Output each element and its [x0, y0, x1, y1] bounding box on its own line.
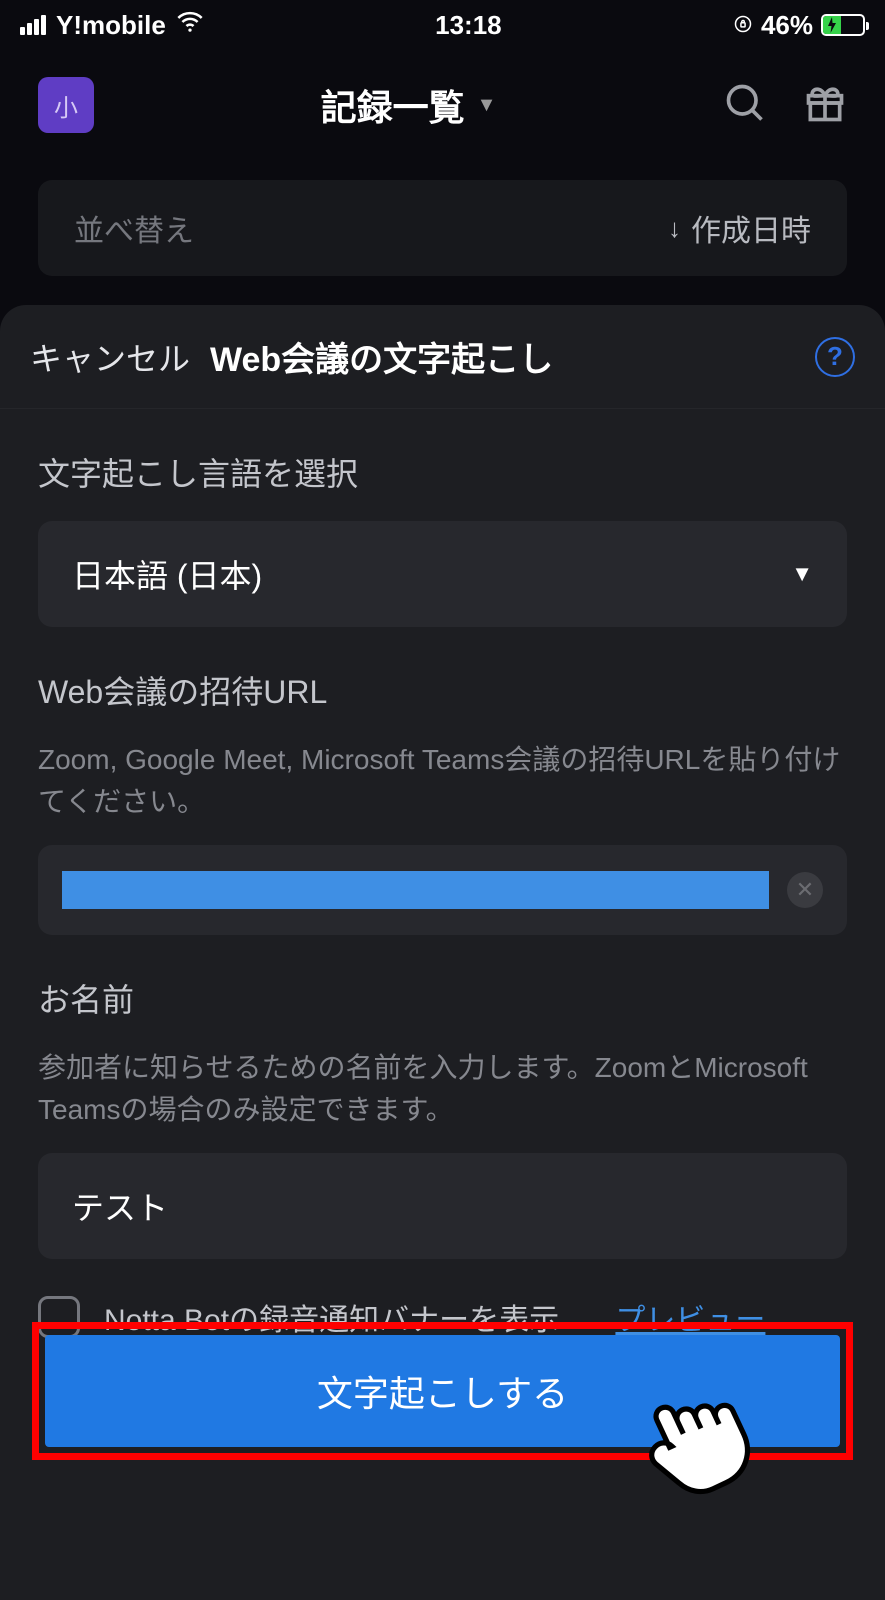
url-text-selection	[62, 871, 769, 909]
language-select[interactable]: 日本語 (日本) ▼	[38, 521, 847, 627]
sort-value: 作成日時	[691, 206, 811, 250]
status-right: 46%	[733, 10, 865, 41]
sheet-header: キャンセル Web会議の文字起こし ?	[0, 305, 885, 409]
submit-highlight-box: 文字起こしする	[32, 1322, 853, 1460]
bottom-sheet: キャンセル Web会議の文字起こし ? 文字起こし言語を選択 日本語 (日本) …	[0, 305, 885, 1600]
language-label: 文字起こし言語を選択	[38, 449, 847, 495]
name-label: お名前	[38, 975, 847, 1021]
header-title-label: 記録一覧	[321, 79, 465, 131]
sheet-title: Web会議の文字起こし	[210, 332, 553, 381]
chevron-down-icon: ▼	[791, 561, 813, 587]
clock: 13:18	[435, 10, 502, 41]
clear-icon[interactable]: ✕	[787, 872, 823, 908]
status-left: Y!mobile	[20, 8, 204, 43]
app-header: 小 記録一覧 ▼	[0, 50, 885, 160]
name-section: お名前 参加者に知らせるための名前を入力します。ZoomとMicrosoft T…	[0, 935, 885, 1259]
gift-icon[interactable]	[803, 81, 847, 130]
name-value: テスト	[72, 1183, 168, 1229]
avatar-label: 小	[54, 88, 78, 123]
rotation-lock-icon	[733, 10, 753, 41]
url-label: Web会議の招待URL	[38, 667, 847, 713]
signal-icon	[20, 15, 46, 35]
chevron-down-icon: ▼	[477, 94, 497, 117]
carrier-label: Y!mobile	[56, 10, 166, 41]
header-title-dropdown[interactable]: 記録一覧 ▼	[321, 79, 497, 131]
url-desc: Zoom, Google Meet, Microsoft Teams会議の招待U…	[38, 739, 847, 823]
avatar[interactable]: 小	[38, 77, 94, 133]
language-value: 日本語 (日本)	[72, 551, 262, 597]
language-section: 文字起こし言語を選択 日本語 (日本) ▼	[0, 409, 885, 627]
search-icon[interactable]	[723, 81, 767, 130]
name-input[interactable]: テスト	[38, 1153, 847, 1259]
sort-label: 並べ替え	[74, 206, 194, 250]
arrow-down-icon: ↓	[668, 213, 681, 244]
wifi-icon	[176, 8, 204, 43]
battery-percent: 46%	[761, 10, 813, 41]
url-section: Web会議の招待URL Zoom, Google Meet, Microsoft…	[0, 627, 885, 935]
name-desc: 参加者に知らせるための名前を入力します。ZoomとMicrosoft Teams…	[38, 1047, 847, 1131]
battery-icon	[821, 14, 865, 36]
cancel-button[interactable]: キャンセル	[30, 334, 190, 380]
help-icon[interactable]: ?	[815, 337, 855, 377]
submit-button[interactable]: 文字起こしする	[45, 1335, 840, 1447]
status-bar: Y!mobile 13:18 46%	[0, 0, 885, 50]
url-input[interactable]: ✕	[38, 845, 847, 935]
sort-bar[interactable]: 並べ替え ↓ 作成日時	[38, 180, 847, 276]
